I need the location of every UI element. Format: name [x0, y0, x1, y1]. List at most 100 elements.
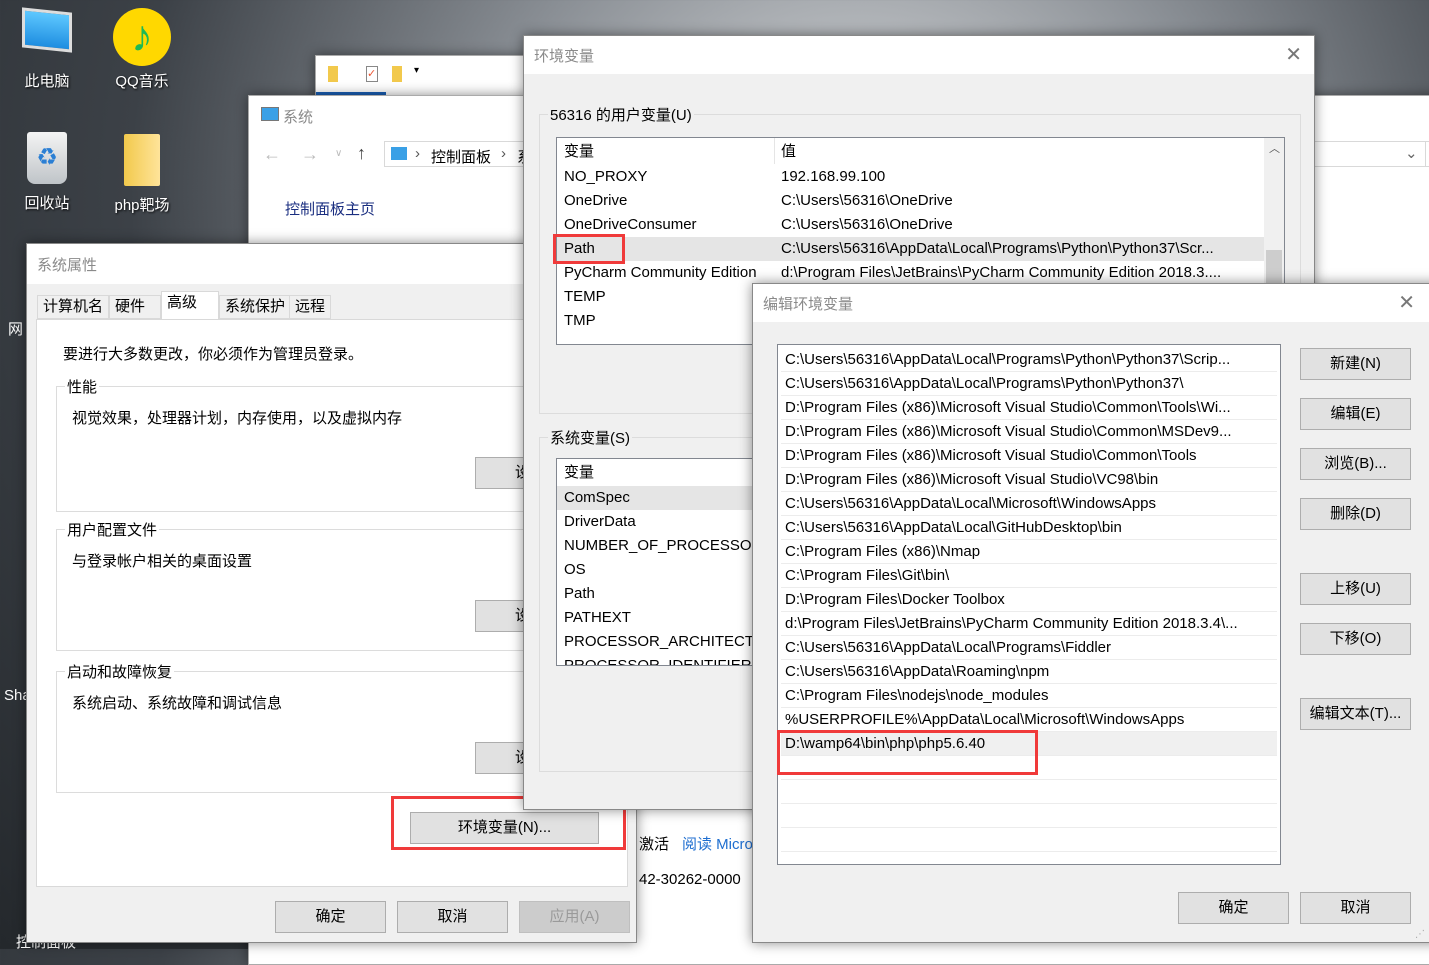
path-entry: C:\Program Files\nodejs\node_modules [785, 687, 1049, 704]
list-item[interactable]: D:\Program Files (x86)\Microsoft Visual … [781, 420, 1277, 444]
desktop-icon-this-pc[interactable]: 此电脑 [2, 7, 92, 91]
breadcrumb-item[interactable]: 控制面板 [431, 146, 491, 167]
variable-value: 192.168.99.100 [781, 168, 886, 185]
read-license-link[interactable]: 阅读 Micro [682, 833, 753, 854]
tab-remote[interactable]: 远程 [289, 295, 332, 319]
list-item[interactable]: C:\Program Files\Git\bin\ [781, 564, 1277, 588]
path-entry: %USERPROFILE%\AppData\Local\Microsoft\Wi… [785, 711, 1185, 728]
path-entry: C:\Users\56316\AppData\Local\Programs\Py… [785, 351, 1231, 368]
list-item[interactable] [781, 804, 1277, 828]
delete-button[interactable]: 删除(D) [1300, 498, 1411, 530]
list-item[interactable]: C:\Users\56316\AppData\Roaming\npm [781, 660, 1277, 684]
browse-button[interactable]: 浏览(B)... [1300, 448, 1411, 480]
control-panel-home-link[interactable]: 控制面板主页 [285, 198, 375, 219]
path-entry: C:\Users\56316\AppData\Local\Microsoft\W… [785, 495, 1157, 512]
cancel-button[interactable]: 取消 [1300, 892, 1411, 924]
variable-value: C:\Users\56316\OneDrive [781, 192, 953, 209]
list-item[interactable]: %USERPROFILE%\AppData\Local\Microsoft\Wi… [781, 708, 1277, 732]
up-button[interactable]: ↑ [357, 143, 366, 164]
table-row[interactable]: Path C:\Users\56316\AppData\Local\Program… [557, 237, 1264, 261]
list-item[interactable]: C:\Users\56316\AppData\Local\Microsoft\W… [781, 492, 1277, 516]
edit-button[interactable]: 编辑(E) [1300, 398, 1411, 430]
chevron-down-icon[interactable]: ⌄ [1405, 144, 1418, 162]
desktop-icon-recycle-bin[interactable]: ♻ 回收站 [2, 132, 92, 213]
list-item[interactable]: C:\Program Files (x86)\Nmap [781, 540, 1277, 564]
table-row[interactable]: NO_PROXY 192.168.99.100 [557, 165, 1264, 189]
new-button[interactable]: 新建(N) [1300, 348, 1411, 380]
variable-name: OS [564, 561, 586, 578]
folder-icon[interactable] [328, 66, 338, 82]
dialog-title: 系统属性 [37, 257, 98, 274]
desktop-icon-partial[interactable]: 网 [8, 318, 23, 339]
customize-dropdown-icon[interactable]: ▾ [414, 65, 419, 76]
group-description: 视觉效果，处理器计划，内存使用，以及虚拟内存 [72, 410, 403, 427]
variable-name: PROCESSOR_IDENTIFIER [564, 657, 752, 666]
move-down-button[interactable]: 下移(O) [1300, 623, 1411, 655]
variable-name: PyCharm Community Edition [564, 264, 757, 281]
refresh-icon[interactable]: ↻ [1425, 142, 1429, 166]
window-title: 系统 [283, 109, 314, 126]
list-item[interactable]: D:\Program Files (x86)\Microsoft Visual … [781, 468, 1277, 492]
close-icon[interactable]: ✕ [1285, 42, 1302, 67]
move-up-button[interactable]: 上移(U) [1300, 573, 1411, 605]
table-row[interactable]: OneDrive C:\Users\56316\OneDrive [557, 189, 1264, 213]
table-row[interactable]: PyCharm Community Edition d:\Program File… [557, 261, 1264, 285]
path-entry: C:\Users\56316\AppData\Local\Programs\Fi… [785, 639, 1111, 656]
tab-system-protection[interactable]: 系统保护 [219, 295, 292, 319]
tab-advanced[interactable]: 高级 [161, 291, 219, 320]
variable-name: DriverData [564, 513, 636, 530]
scroll-up-arrow-icon[interactable]: ︿ [1269, 140, 1280, 156]
path-entry: D:\Program Files (x86)\Microsoft Visual … [785, 471, 1159, 488]
list-item[interactable]: D:\Program Files (x86)\Microsoft Visual … [781, 396, 1277, 420]
resize-grip-icon[interactable]: ⋰ [1415, 929, 1425, 940]
apply-button[interactable]: 应用(A) [519, 901, 630, 933]
new-folder-icon[interactable] [392, 66, 402, 82]
folder-icon [124, 134, 160, 186]
list-item[interactable]: D:\Program Files\Docker Toolbox [781, 588, 1277, 612]
path-entry: C:\Users\56316\AppData\Local\GitHubDeskt… [785, 519, 1122, 536]
path-entry: D:\Program Files (x86)\Microsoft Visual … [785, 399, 1231, 416]
edit-text-button[interactable]: 编辑文本(T)... [1300, 698, 1411, 730]
path-entries-list[interactable]: C:\Users\56316\AppData\Local\Programs\Py… [777, 344, 1281, 865]
music-note-icon: ♪ [113, 8, 171, 66]
tab-bar: 计算机名 硬件 高级 系统保护 远程 [37, 291, 347, 320]
variable-name: PATHEXT [564, 609, 631, 626]
group-description: 与登录帐户相关的桌面设置 [72, 553, 253, 570]
recent-dropdown[interactable]: ∨ [335, 148, 342, 159]
edit-environment-variable-dialog: 编辑环境变量 ✕ C:\Users\56316\AppData\Local\Pr… [752, 283, 1429, 943]
list-item[interactable]: C:\Users\56316\AppData\Local\GitHubDeskt… [781, 516, 1277, 540]
list-item[interactable] [781, 828, 1277, 852]
variable-name: NUMBER_OF_PROCESSORS [564, 537, 773, 554]
system-icon [261, 107, 279, 121]
list-item[interactable]: C:\Users\56316\AppData\Local\Programs\Py… [781, 348, 1277, 372]
list-item[interactable]: C:\Program Files\nodejs\node_modules [781, 684, 1277, 708]
path-entry: D:\Program Files\Docker Toolbox [785, 591, 1005, 608]
desktop-icon-php-folder[interactable]: php靶场 [97, 134, 187, 215]
list-item[interactable]: D:\Program Files (x86)\Microsoft Visual … [781, 444, 1277, 468]
variable-name: TEMP [564, 288, 606, 305]
variable-name: NO_PROXY [564, 168, 648, 185]
close-icon[interactable]: ✕ [1398, 290, 1415, 315]
table-row[interactable]: OneDriveConsumer C:\Users\56316\OneDrive [557, 213, 1264, 237]
list-item[interactable]: C:\Users\56316\AppData\Local\Programs\Fi… [781, 636, 1277, 660]
cancel-button[interactable]: 取消 [397, 901, 508, 933]
list-item[interactable]: C:\Users\56316\AppData\Local\Programs\Py… [781, 372, 1277, 396]
back-button[interactable]: ← [263, 144, 281, 165]
forward-button[interactable]: → [301, 144, 319, 165]
highlight-box [553, 234, 625, 264]
properties-icon[interactable]: ✓ [366, 66, 378, 82]
list-item[interactable]: d:\Program Files\JetBrains\PyCharm Commu… [781, 612, 1277, 636]
ok-button[interactable]: 确定 [275, 901, 386, 933]
variable-value: C:\Users\56316\AppData\Local\Programs\Py… [781, 240, 1214, 257]
path-entry: C:\Users\56316\AppData\Roaming\npm [785, 663, 1050, 680]
path-entry: C:\Program Files\Git\bin\ [785, 567, 950, 584]
tab-hardware[interactable]: 硬件 [109, 295, 161, 319]
desktop-icon-qq-music[interactable]: ♪ QQ音乐 [97, 8, 187, 91]
path-entry: C:\Program Files (x86)\Nmap [785, 543, 981, 560]
path-entry: d:\Program Files\JetBrains\PyCharm Commu… [785, 615, 1238, 632]
list-item[interactable] [781, 780, 1277, 804]
ok-button[interactable]: 确定 [1178, 892, 1289, 924]
variable-value: C:\Users\56316\OneDrive [781, 216, 953, 233]
tab-computer-name[interactable]: 计算机名 [37, 295, 110, 319]
column-header-value[interactable]: 值 [781, 140, 1284, 164]
